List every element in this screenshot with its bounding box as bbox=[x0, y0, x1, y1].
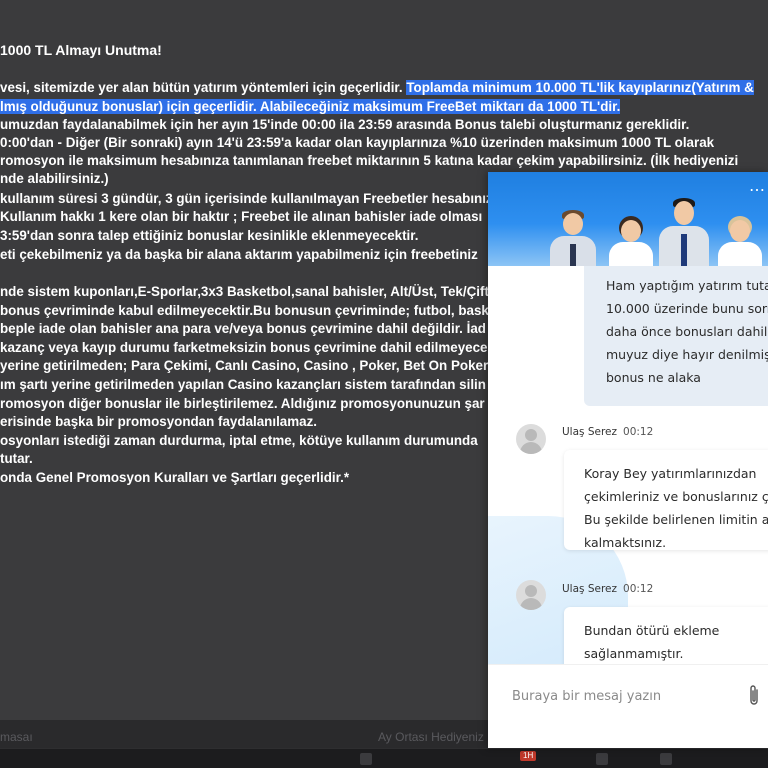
promo-line: kullanım süresi 3 gündür, 3 gün içerisin… bbox=[0, 191, 501, 206]
message-line: muyuz diye hayır denilmişti bbox=[606, 347, 768, 362]
message-line: Bu şekilde belirlenen limitin alt bbox=[584, 512, 768, 527]
agent-avatar bbox=[516, 580, 546, 610]
message-time: 00:12 bbox=[623, 426, 654, 438]
agent-message-bubble: Koray Bey yatırımlarınızdan çekimleriniz… bbox=[564, 450, 768, 550]
message-line: kalmaktsınız. bbox=[584, 535, 667, 550]
message-line: bonus ne alaka bbox=[606, 370, 701, 385]
message-line: Bundan ötürü ekleme bbox=[584, 623, 720, 638]
agent-figure bbox=[606, 216, 654, 266]
promo-line: bonus çevriminde kabul edilmeyecektir.Bu… bbox=[0, 303, 497, 318]
message-line: sağlanmamıştır. bbox=[584, 646, 684, 661]
chat-header: ⋯ bbox=[488, 172, 768, 266]
promo-title: 1000 TL Almayı Unutma! bbox=[0, 42, 162, 58]
message-line: 10.000 üzerinde bunu sorm bbox=[606, 301, 768, 316]
user-message-bubble: Ham yaptığım yatırım tutarı 10.000 üzeri… bbox=[584, 266, 768, 406]
message-line: çekimleriniz ve bonuslarınız çık bbox=[584, 489, 768, 504]
agent-avatar bbox=[516, 424, 546, 454]
taskbar: 1H bbox=[0, 748, 768, 768]
taskbar-app-icon[interactable] bbox=[660, 753, 672, 765]
promo-line: nde sistem kuponları,E-Sporlar,3x3 Baske… bbox=[0, 284, 489, 299]
message-time: 00:12 bbox=[623, 583, 654, 595]
promo-line: onda Genel Promosyon Kuralları ve Şartla… bbox=[0, 470, 350, 485]
promo-line: 3:59'dan sonra talep ettiğiniz bonuslar … bbox=[0, 228, 419, 243]
footer-ghost-text: Ay Ortası Hediyeniz bbox=[378, 730, 484, 744]
promo-line: lmış olduğunuz bonuslar) için geçerlidir… bbox=[0, 98, 621, 116]
taskbar-app-icon[interactable] bbox=[596, 753, 608, 765]
promo-line: Kullanım hakkı 1 kere olan bir haktır ; … bbox=[0, 209, 483, 224]
more-options-icon[interactable]: ⋯ bbox=[749, 180, 765, 200]
message-line: Koray Bey yatırımlarınızdan bbox=[584, 466, 757, 481]
highlighted-text: lmış olduğunuz bonuslar) için geçerlidir… bbox=[0, 99, 621, 114]
promo-line: nde alabilirsiniz.) bbox=[0, 171, 109, 186]
promo-line: erisinde başka bir promosyondan faydalan… bbox=[0, 414, 318, 429]
chat-message-list[interactable]: Ham yaptığım yatırım tutarı 10.000 üzeri… bbox=[488, 266, 768, 664]
message-sender: Ulaş Serez 00:12 bbox=[562, 426, 653, 438]
promo-line: yerine getirilmeden; Para Çekimi, Canlı … bbox=[0, 358, 489, 373]
message-sender: Ulaş Serez 00:12 bbox=[562, 583, 653, 595]
agent-message-bubble: Bundan ötürü ekleme sağlanmamıştır. bbox=[564, 607, 768, 664]
promo-line: beple iade olan bahisler ana para ve/vey… bbox=[0, 321, 486, 336]
message-line: daha önce bonusları dahil e bbox=[606, 324, 768, 339]
footer-ghost-text: masaı bbox=[0, 730, 33, 744]
agent-figure bbox=[546, 210, 598, 266]
taskbar-app-icon[interactable] bbox=[360, 753, 372, 765]
promo-line: osyonları istediği zaman durdurma, iptal… bbox=[0, 433, 478, 448]
sender-name: Ulaş Serez bbox=[562, 426, 618, 438]
promo-line: eti çekebilmeniz ya da başka bir alana a… bbox=[0, 247, 478, 262]
promo-line: romosyon ile maksimum hesabınıza tanımla… bbox=[0, 153, 739, 168]
agent-figure bbox=[656, 198, 712, 266]
taskbar-badge: 1H bbox=[520, 751, 537, 761]
promo-line: vesi, sitemizde yer alan bütün yatırım y… bbox=[0, 80, 754, 95]
live-chat-widget: ⋯ Ham yaptığım yatırım tutarı 10.000 üze… bbox=[488, 172, 768, 748]
sender-name: Ulaş Serez bbox=[562, 583, 618, 595]
promo-line: romosyon diğer bonuslar ile birleştirile… bbox=[0, 396, 485, 411]
attachment-icon[interactable] bbox=[746, 683, 762, 709]
agent-figure bbox=[716, 216, 764, 266]
promo-line: tutar. bbox=[0, 451, 33, 466]
promo-line: ım şartı yerine getirilmeden yapılan Cas… bbox=[0, 377, 486, 392]
message-line: Ham yaptığım yatırım tutarı bbox=[606, 278, 768, 293]
chat-input-area bbox=[488, 664, 768, 748]
message-input[interactable] bbox=[512, 683, 732, 709]
promo-line: umuzdan faydalanabilmek için her ayın 15… bbox=[0, 117, 690, 132]
promo-line: kazanç veya kayıp durumu farketmeksizin … bbox=[0, 340, 488, 355]
highlighted-text: Toplamda minimum 10.000 TL'lik kayıpları… bbox=[406, 80, 754, 95]
promo-line: 0:00'dan - Diğer (Bir sonraki) ayın 14'ü… bbox=[0, 135, 715, 150]
